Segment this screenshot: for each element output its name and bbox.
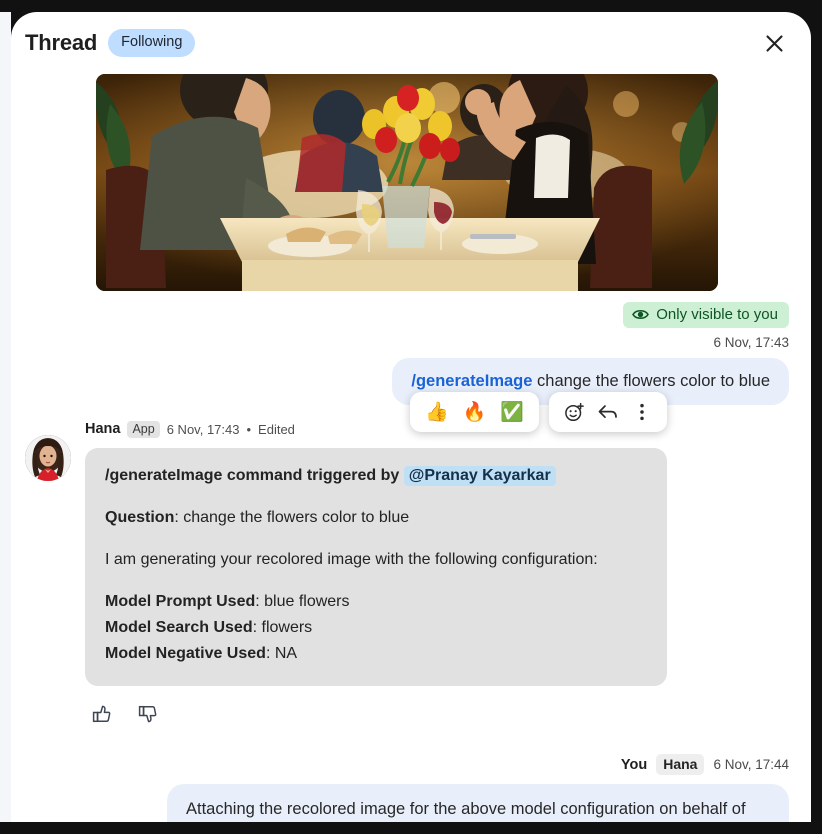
config-line-search: Model Search Used: flowers — [105, 615, 647, 641]
edited-separator: • — [246, 421, 252, 437]
edited-label: Edited — [258, 421, 295, 437]
restaurant-scene-illustration — [96, 74, 718, 291]
message-timestamp: 6 Nov, 17:43 — [713, 335, 789, 350]
message-hover-toolbar: 👍 🔥 ✅ — [410, 392, 668, 432]
config-value-negative: : NA — [265, 644, 298, 662]
close-button[interactable] — [759, 28, 789, 58]
add-reaction-button[interactable] — [557, 395, 591, 429]
config-value-prompt: : blue flowers — [255, 592, 350, 610]
fire-reaction[interactable]: 🔥 — [456, 403, 494, 422]
add-reaction-icon — [564, 402, 584, 421]
outgoing-message-row: /generateImage change the flowers color … — [25, 358, 789, 406]
bot-timestamp: 6 Nov, 17:43 — [166, 421, 240, 437]
mention-chip[interactable]: @Pranay Kayarkar — [403, 466, 556, 487]
on-behalf-badge: Hana — [656, 754, 705, 776]
outgoing-last-timestamp: 6 Nov, 17:44 — [713, 757, 789, 773]
outgoing-last-meta: You Hana 6 Nov, 17:44 — [25, 754, 789, 776]
question-value: : change the flowers color to blue — [174, 509, 410, 527]
status-badge: Only visible to you — [623, 302, 789, 328]
avatar[interactable] — [25, 435, 71, 482]
message-actions-card — [549, 392, 668, 432]
check-reaction[interactable]: ✅ — [493, 403, 531, 422]
eye-icon — [632, 309, 650, 320]
thumbs-down-button[interactable] — [135, 701, 161, 727]
outgoing-message-text: change the flowers color to blue — [532, 372, 770, 390]
question-label: Question — [105, 509, 175, 527]
quick-reactions-card: 👍 🔥 ✅ — [410, 392, 540, 432]
slash-command-token: /generateImage — [411, 372, 533, 390]
thread-header: Thread Following — [11, 12, 811, 74]
left-gutter — [0, 12, 11, 822]
config-value-search: : flowers — [252, 618, 313, 636]
status-badge-label: Only visible to you — [656, 306, 778, 323]
more-options-button[interactable] — [625, 395, 659, 429]
following-badge[interactable]: Following — [108, 29, 196, 57]
config-line-negative: Model Negative Used: NA — [105, 641, 647, 667]
outgoing-author-name: You — [620, 756, 648, 773]
avatar-image — [25, 435, 71, 482]
bot-message-block: Hana App 6 Nov, 17:43 • Edited /generate… — [25, 419, 789, 726]
outgoing-timestamp-row: 6 Nov, 17:43 — [25, 328, 789, 350]
thread-panel: Thread Following Only visible to you 6 N… — [11, 12, 811, 822]
app-frame: Thread Following Only visible to you 6 N… — [0, 0, 822, 834]
attachment-image[interactable] — [96, 74, 718, 291]
thumbs-up-icon — [92, 705, 111, 722]
feedback-row — [85, 701, 789, 727]
bot-message-column: Hana App 6 Nov, 17:43 • Edited /generate… — [85, 419, 789, 726]
config-label-prompt: Model Prompt Used — [105, 592, 256, 610]
bot-message-bubble[interactable]: /generateImage command triggered by @Pra… — [85, 448, 667, 686]
app-badge: App — [127, 420, 160, 439]
bot-trigger-text: /generateImage command triggered by — [105, 467, 400, 485]
config-line-prompt: Model Prompt Used: blue flowers — [105, 589, 647, 615]
thumbs-up-button[interactable] — [89, 701, 115, 727]
reply-button[interactable] — [591, 395, 625, 429]
page-title: Thread — [25, 30, 98, 55]
visibility-row: Only visible to you — [25, 291, 789, 328]
more-options-icon — [640, 403, 644, 421]
config-label-negative: Model Negative Used — [105, 644, 266, 662]
bot-line-trigger: /generateImage command triggered by @Pra… — [105, 463, 647, 489]
bot-line-intro: I am generating your recolored image wit… — [105, 551, 598, 569]
outgoing-last-bubble[interactable]: Attaching the recolored image for the ab… — [167, 783, 789, 822]
bot-line-question: Question: change the flowers color to bl… — [105, 505, 647, 531]
attachment-wrap — [25, 74, 789, 291]
bot-author-name: Hana — [85, 421, 121, 438]
reply-icon — [598, 405, 617, 419]
config-label-search: Model Search Used — [105, 618, 253, 636]
thread-body: Only visible to you 6 Nov, 17:43 /genera… — [11, 74, 811, 822]
thumbs-down-icon — [138, 705, 157, 723]
thumbs-up-reaction[interactable]: 👍 — [418, 403, 456, 422]
close-icon — [765, 34, 783, 52]
